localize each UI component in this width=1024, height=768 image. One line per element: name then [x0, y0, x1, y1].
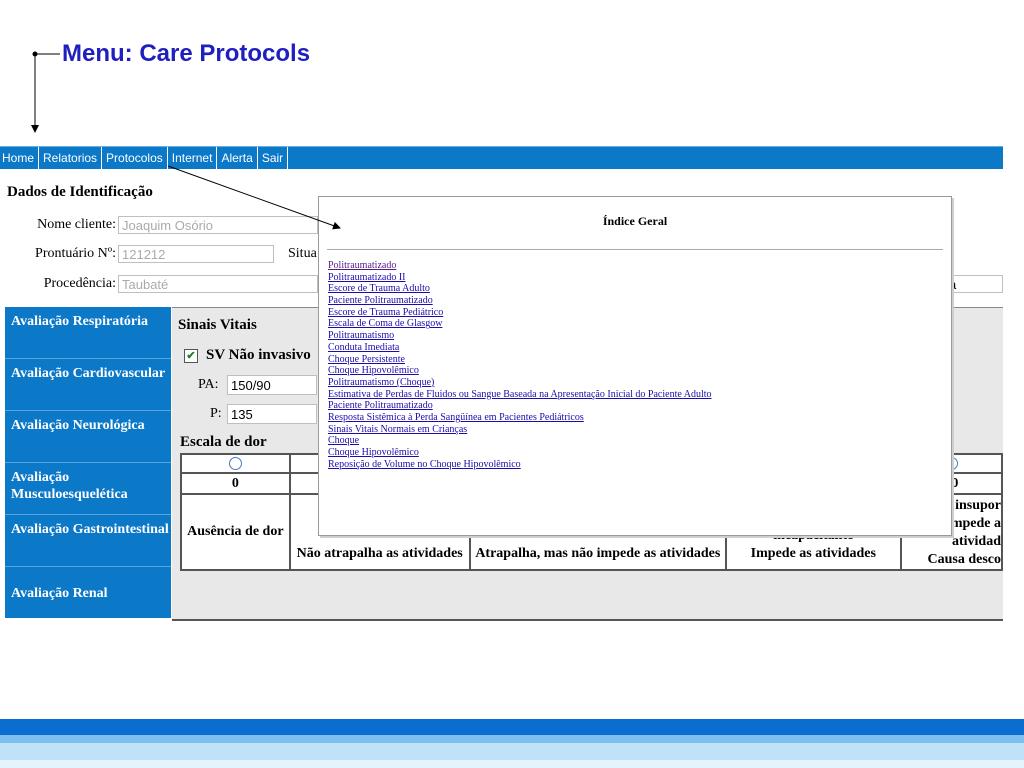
form-title: Dados de Identificação [7, 184, 153, 200]
sv-checkbox-row[interactable]: ✔ SV Não invasivo [184, 347, 311, 364]
procedencia-field[interactable] [118, 275, 318, 293]
sv-checkbox-label: SV Não invasivo [206, 347, 311, 363]
protocol-link[interactable]: Choque Persistente [328, 354, 712, 366]
protocol-link[interactable]: Escala de Coma de Glasgow [328, 318, 712, 330]
nome-row: Nome cliente: [0, 216, 320, 236]
protocol-link[interactable]: Paciente Politraumatizado [328, 295, 712, 307]
protocol-link[interactable]: Politraumatizado II [328, 272, 712, 284]
protocol-link[interactable]: Sinais Vitais Normais em Crianças [328, 424, 712, 436]
arrow-origin-dot [32, 51, 38, 57]
protocols-index-popup: Índice Geral Politraumatizado Politrauma… [318, 196, 952, 536]
prontuario-row: Prontuário Nº: Situa [0, 245, 320, 265]
protocol-link[interactable]: Politraumatismo (Choque) [328, 377, 712, 389]
pa-field[interactable] [227, 375, 317, 395]
procedencia-label: Procedência: [43, 276, 116, 291]
pain-desc-4-line2: Impede as atividades [750, 546, 876, 561]
sidebar-item-musculoesqueletica[interactable]: Avaliação Musculoesquelética [5, 463, 171, 515]
menu-protocolos[interactable]: Protocolos [102, 147, 168, 169]
protocol-link[interactable]: Politraumatismo [328, 330, 712, 342]
footer-band-light [0, 743, 1024, 760]
radio-icon[interactable] [228, 456, 242, 470]
situacao-label: Situa [288, 246, 317, 261]
pa-row: PA: [198, 375, 328, 397]
menu-relatorios[interactable]: Relatorios [39, 147, 103, 169]
sinais-vitais-title: Sinais Vitais [178, 317, 257, 333]
p-label: P: [210, 406, 222, 421]
right-partial-field[interactable] [945, 275, 1003, 293]
sidebar-item-cardiovascular[interactable]: Avaliação Cardiovascular [5, 359, 171, 411]
pain-desc-1: Ausência de dor [180, 493, 291, 571]
protocol-link[interactable]: Escore de Trauma Adulto [328, 283, 712, 295]
sidebar-item-renal[interactable]: Avaliação Renal [5, 567, 171, 618]
footer-band-pale [0, 760, 1024, 768]
prontuario-field[interactable] [118, 245, 274, 263]
protocol-link-list: Politraumatizado Politraumatizado II Esc… [328, 260, 712, 470]
protocol-link[interactable]: Conduta Imediata [328, 342, 712, 354]
pain-scale-title: Escala de dor [180, 434, 267, 450]
protocol-link[interactable]: Reposição de Volume no Choque Hipovolêmi… [328, 459, 712, 471]
protocol-link[interactable]: Escore de Trauma Pediátrico [328, 307, 712, 319]
checkbox-checked-icon[interactable]: ✔ [184, 348, 198, 363]
footer-band-mid [0, 735, 1024, 743]
protocol-link[interactable]: Choque Hipovolêmico [328, 447, 712, 459]
protocol-link[interactable]: Estimativa de Perdas de Fluidos ou Sangu… [328, 389, 712, 401]
nome-field[interactable] [118, 216, 318, 234]
popup-divider [327, 249, 943, 250]
menu-internet[interactable]: Internet [168, 147, 218, 169]
protocol-link[interactable]: Paciente Politraumatizado [328, 400, 712, 412]
protocol-link[interactable]: Choque Hipovolêmico [328, 365, 712, 377]
menu-home[interactable]: Home [0, 147, 40, 169]
protocol-link[interactable]: Resposta Sistêmica à Perda Sangüínea em … [328, 412, 712, 424]
popup-title: Índice Geral [602, 214, 668, 228]
assessment-sidebar: Avaliação Respiratória Avaliação Cardiov… [5, 307, 171, 618]
p-row: P: [198, 404, 328, 426]
pain-radio-cell[interactable] [180, 453, 291, 474]
sidebar-item-neurologica[interactable]: Avaliação Neurológica [5, 411, 171, 463]
top-menu-bar: Home Relatorios Protocolos Internet Aler… [0, 146, 1003, 169]
sidebar-item-respiratoria[interactable]: Avaliação Respiratória [5, 307, 171, 359]
nome-label: Nome cliente: [37, 217, 116, 232]
menu-alerta[interactable]: Alerta [217, 147, 258, 169]
p-field[interactable] [227, 404, 317, 424]
protocol-link[interactable]: Politraumatizado [328, 260, 712, 272]
protocol-link[interactable]: Choque [328, 435, 712, 447]
slide-caption: Menu: Care Protocols [62, 40, 311, 67]
pain-num-0: 0 [180, 472, 291, 495]
sidebar-item-gastrointestinal[interactable]: Avaliação Gastrointestinal [5, 515, 171, 567]
pain-desc-5-line4: Causa desco [927, 552, 1001, 567]
prontuario-label: Prontuário Nº: [35, 246, 116, 261]
pa-label: PA: [198, 377, 219, 392]
menu-sair[interactable]: Sair [258, 147, 289, 169]
footer-band-dark [0, 719, 1024, 735]
